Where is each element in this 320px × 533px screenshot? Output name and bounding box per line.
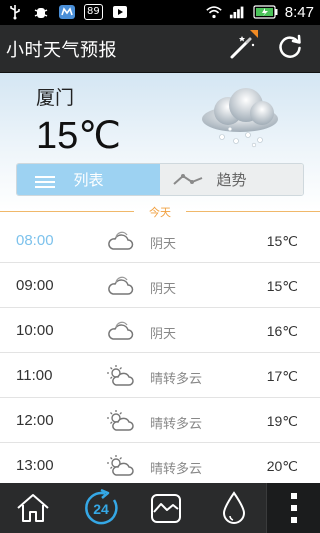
hour-condition: 阴天 bbox=[150, 327, 177, 342]
clock: 8:47 bbox=[284, 3, 314, 21]
water-drop-icon bbox=[222, 491, 246, 524]
refresh-icon bbox=[279, 34, 301, 58]
tab-trend-label: 趋势 bbox=[216, 171, 247, 189]
app-notification-icon bbox=[58, 3, 76, 21]
app-title: 小时天气预报 bbox=[6, 40, 117, 61]
nav-home-button[interactable] bbox=[2, 483, 64, 533]
list-item[interactable]: 10:00 阴天 16℃ bbox=[0, 308, 320, 353]
nav-precipitation-button[interactable] bbox=[203, 483, 265, 533]
more-options-button[interactable] bbox=[266, 483, 320, 533]
view-tabs: 列表 趋势 bbox=[16, 163, 304, 196]
list-icon bbox=[35, 174, 55, 192]
hour-time: 09:00 bbox=[16, 277, 54, 294]
signal-icon bbox=[229, 3, 247, 21]
list-item[interactable]: 11:00 晴转多云 17℃ bbox=[0, 353, 320, 398]
hour-temperature: 16℃ bbox=[266, 323, 298, 339]
hour-temperature: 15℃ bbox=[266, 233, 298, 249]
play-store-icon bbox=[111, 3, 129, 21]
list-item[interactable]: 09:00 阴天 15℃ bbox=[0, 263, 320, 308]
hour-time: 11:00 bbox=[16, 367, 53, 384]
hour-condition: 晴转多云 bbox=[150, 372, 203, 387]
refresh-button[interactable] bbox=[275, 32, 305, 62]
hour-condition: 阴天 bbox=[150, 237, 177, 252]
bottom-nav: 24 bbox=[0, 483, 320, 533]
more-vertical-icon bbox=[290, 493, 297, 523]
city-name: 厦门 bbox=[36, 87, 75, 109]
list-item[interactable]: 13:00 晴转多云 20℃ bbox=[0, 443, 320, 488]
hour-condition: 晴转多云 bbox=[150, 462, 203, 477]
current-weather-panel: 厦门 15℃ 列表 趋势 bbox=[0, 73, 320, 211]
hour-time: 12:00 bbox=[16, 412, 54, 429]
today-divider: 今天 bbox=[0, 204, 320, 219]
hour-time: 13:00 bbox=[16, 457, 54, 474]
cloudy-icon bbox=[106, 319, 134, 343]
wifi-icon bbox=[205, 3, 223, 21]
list-item[interactable]: 08:00 阴天 15℃ bbox=[0, 218, 320, 263]
hour-time: 10:00 bbox=[16, 322, 54, 339]
hours-badge-text: 24 bbox=[93, 501, 109, 517]
cloudy-icon bbox=[106, 229, 134, 253]
usb-icon bbox=[6, 3, 24, 21]
debug-icon bbox=[32, 3, 50, 21]
hour-condition: 晴转多云 bbox=[150, 417, 203, 432]
current-temperature: 15℃ bbox=[36, 115, 121, 157]
list-item[interactable]: 12:00 晴转多云 19℃ bbox=[0, 398, 320, 443]
hour-time: 08:00 bbox=[16, 232, 54, 249]
battery-icon bbox=[253, 3, 279, 21]
trend-chart-icon bbox=[151, 494, 181, 523]
magic-wand-icon bbox=[230, 30, 258, 59]
tab-list-label: 列表 bbox=[73, 171, 104, 189]
cloudy-weather-icon bbox=[190, 79, 286, 149]
hour-temperature: 20℃ bbox=[266, 458, 298, 474]
hour-condition: 阴天 bbox=[150, 282, 177, 297]
status-bar: 89 8:47 bbox=[0, 0, 320, 25]
partly-sunny-icon bbox=[106, 409, 134, 433]
cloudy-icon bbox=[106, 274, 134, 298]
nav-trend-button[interactable] bbox=[135, 483, 197, 533]
hourly-list: 08:00 阴天 15℃ 09:00 阴天 15℃ 10:00 阴天 16℃ 1… bbox=[0, 218, 320, 488]
24-hours-icon: 24 bbox=[85, 488, 118, 525]
hour-temperature: 19℃ bbox=[266, 413, 298, 429]
hour-temperature: 15℃ bbox=[266, 278, 298, 294]
app-bar: 小时天气预报 bbox=[0, 25, 320, 73]
hour-temperature: 17℃ bbox=[266, 368, 298, 384]
nav-24-hours-button[interactable]: 24 bbox=[70, 483, 132, 533]
theme-wand-button[interactable] bbox=[226, 30, 258, 60]
trend-line-icon bbox=[172, 171, 204, 191]
partly-sunny-icon bbox=[106, 454, 134, 478]
partly-sunny-icon bbox=[106, 364, 134, 388]
tab-trend[interactable]: 趋势 bbox=[160, 164, 303, 195]
notification-count-badge: 89 bbox=[84, 4, 103, 20]
tab-list[interactable]: 列表 bbox=[17, 164, 160, 195]
home-icon bbox=[17, 494, 49, 522]
